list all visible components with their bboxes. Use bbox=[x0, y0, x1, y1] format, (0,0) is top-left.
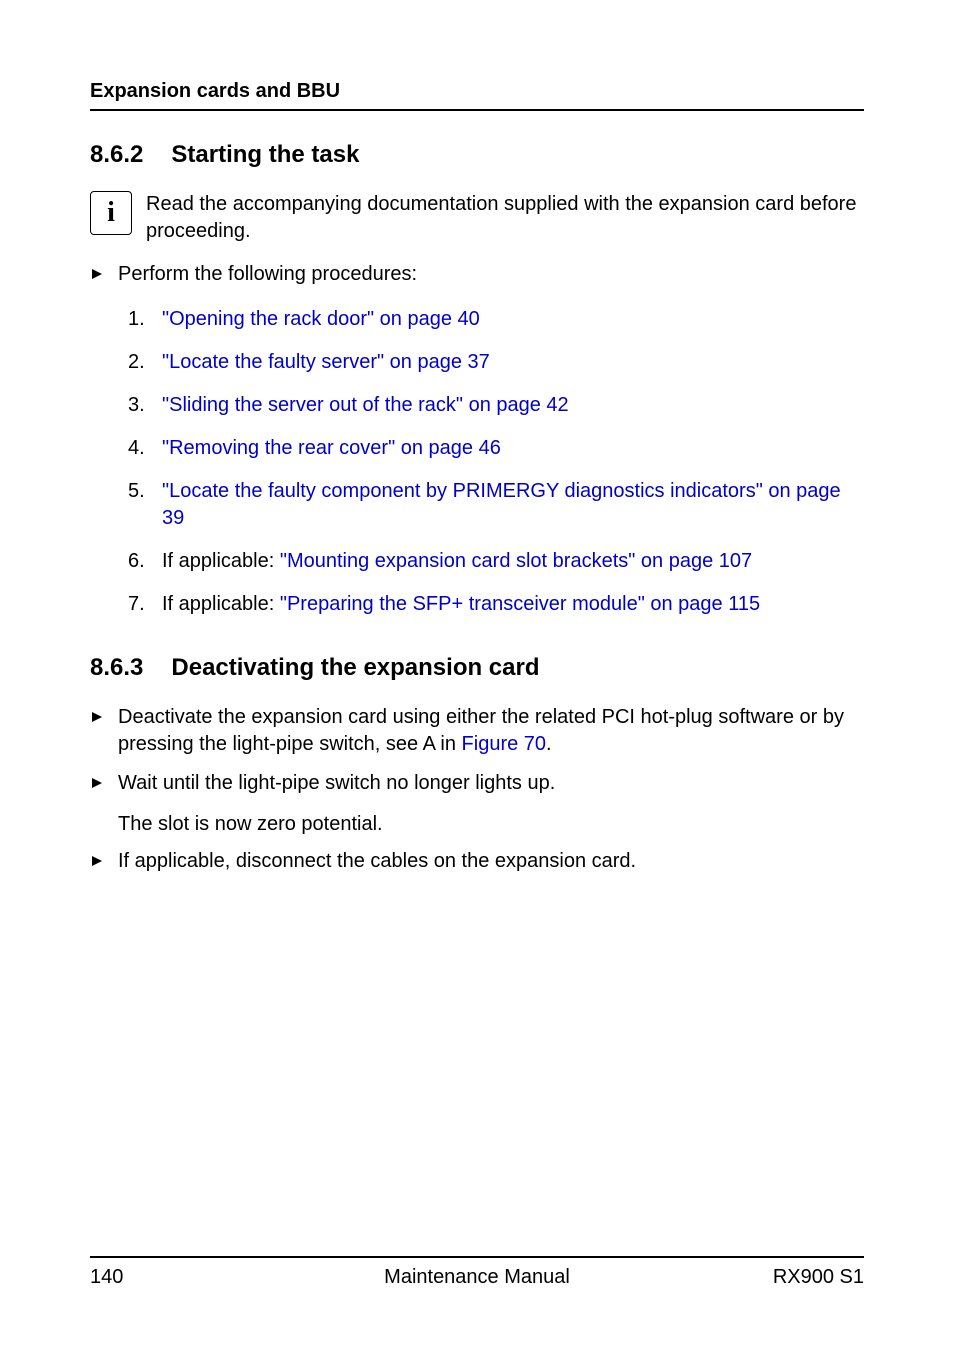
list-item: 1. "Opening the rack door" on page 40 bbox=[128, 306, 864, 333]
deactivate-bullet: Deactivate the expansion card using eith… bbox=[90, 704, 864, 758]
footer-rule bbox=[90, 1256, 864, 1258]
section-title: Starting the task bbox=[171, 141, 359, 168]
bullet-marker-icon bbox=[90, 848, 118, 877]
list-item-number: 6. bbox=[128, 548, 162, 575]
slot-zero-text: The slot is now zero potential. bbox=[118, 811, 864, 838]
list-item-text: "Sliding the server out of the rack" on … bbox=[162, 392, 569, 419]
list-item-text: "Locate the faulty component by PRIMERGY… bbox=[162, 478, 864, 532]
cross-reference-link[interactable]: "Locate the faulty component by PRIMERGY… bbox=[162, 480, 841, 529]
list-item-number: 5. bbox=[128, 478, 162, 505]
page-footer: 140 Maintenance Manual RX900 S1 bbox=[90, 1256, 864, 1289]
bullet-marker-icon bbox=[90, 704, 118, 733]
section-number: 8.6.2 bbox=[90, 141, 143, 169]
list-item-number: 4. bbox=[128, 435, 162, 462]
footer-title: Maintenance Manual bbox=[90, 1266, 864, 1289]
wait-text: Wait until the light-pipe switch no long… bbox=[118, 770, 555, 797]
cross-reference-link[interactable]: "Sliding the server out of the rack" on … bbox=[162, 394, 569, 416]
cross-reference-link[interactable]: "Mounting expansion card slot brackets" … bbox=[280, 550, 752, 572]
disconnect-bullet: If applicable, disconnect the cables on … bbox=[90, 848, 864, 877]
info-note-text: Read the accompanying documentation supp… bbox=[146, 191, 864, 245]
list-item: 7. If applicable: "Preparing the SFP+ tr… bbox=[128, 591, 864, 618]
cross-reference-link[interactable]: "Opening the rack door" on page 40 bbox=[162, 308, 480, 330]
list-item-number: 7. bbox=[128, 591, 162, 618]
perform-procedures-bullet: Perform the following procedures: bbox=[90, 261, 864, 290]
list-item-number: 1. bbox=[128, 306, 162, 333]
info-icon-glyph: i bbox=[107, 199, 115, 227]
section-heading-8-6-2: 8.6.2 Starting the task bbox=[90, 141, 864, 169]
list-item-text: "Removing the rear cover" on page 46 bbox=[162, 435, 501, 462]
procedures-list: 1. "Opening the rack door" on page 40 2.… bbox=[128, 306, 864, 618]
list-item: 2. "Locate the faulty server" on page 37 bbox=[128, 349, 864, 376]
deactivate-text: Deactivate the expansion card using eith… bbox=[118, 704, 864, 758]
cross-reference-link[interactable]: "Locate the faulty server" on page 37 bbox=[162, 351, 490, 373]
list-item-number: 2. bbox=[128, 349, 162, 376]
header-rule bbox=[90, 109, 864, 111]
figure-reference-link[interactable]: Figure 70 bbox=[462, 733, 547, 755]
list-item-text: "Locate the faulty server" on page 37 bbox=[162, 349, 490, 376]
running-header: Expansion cards and BBU bbox=[90, 80, 864, 103]
bullet-marker-icon bbox=[90, 261, 118, 290]
cross-reference-link[interactable]: "Removing the rear cover" on page 46 bbox=[162, 437, 501, 459]
list-item-number: 3. bbox=[128, 392, 162, 419]
list-item: 5. "Locate the faulty component by PRIME… bbox=[128, 478, 864, 532]
section-title: Deactivating the expansion card bbox=[171, 654, 539, 681]
info-note: i Read the accompanying documentation su… bbox=[90, 191, 864, 245]
perform-procedures-text: Perform the following procedures: bbox=[118, 261, 417, 288]
info-icon: i bbox=[90, 191, 132, 235]
disconnect-text: If applicable, disconnect the cables on … bbox=[118, 848, 636, 875]
section-number: 8.6.3 bbox=[90, 654, 143, 682]
list-item: 4. "Removing the rear cover" on page 46 bbox=[128, 435, 864, 462]
list-item: 6. If applicable: "Mounting expansion ca… bbox=[128, 548, 864, 575]
list-item-text: "Opening the rack door" on page 40 bbox=[162, 306, 480, 333]
list-item-text: If applicable: "Mounting expansion card … bbox=[162, 548, 752, 575]
bullet-marker-icon bbox=[90, 770, 118, 799]
section-heading-8-6-3: 8.6.3 Deactivating the expansion card bbox=[90, 654, 864, 682]
wait-bullet: Wait until the light-pipe switch no long… bbox=[90, 770, 864, 799]
list-item-text: If applicable: "Preparing the SFP+ trans… bbox=[162, 591, 760, 618]
list-item: 3. "Sliding the server out of the rack" … bbox=[128, 392, 864, 419]
cross-reference-link[interactable]: "Preparing the SFP+ transceiver module" … bbox=[280, 593, 760, 615]
